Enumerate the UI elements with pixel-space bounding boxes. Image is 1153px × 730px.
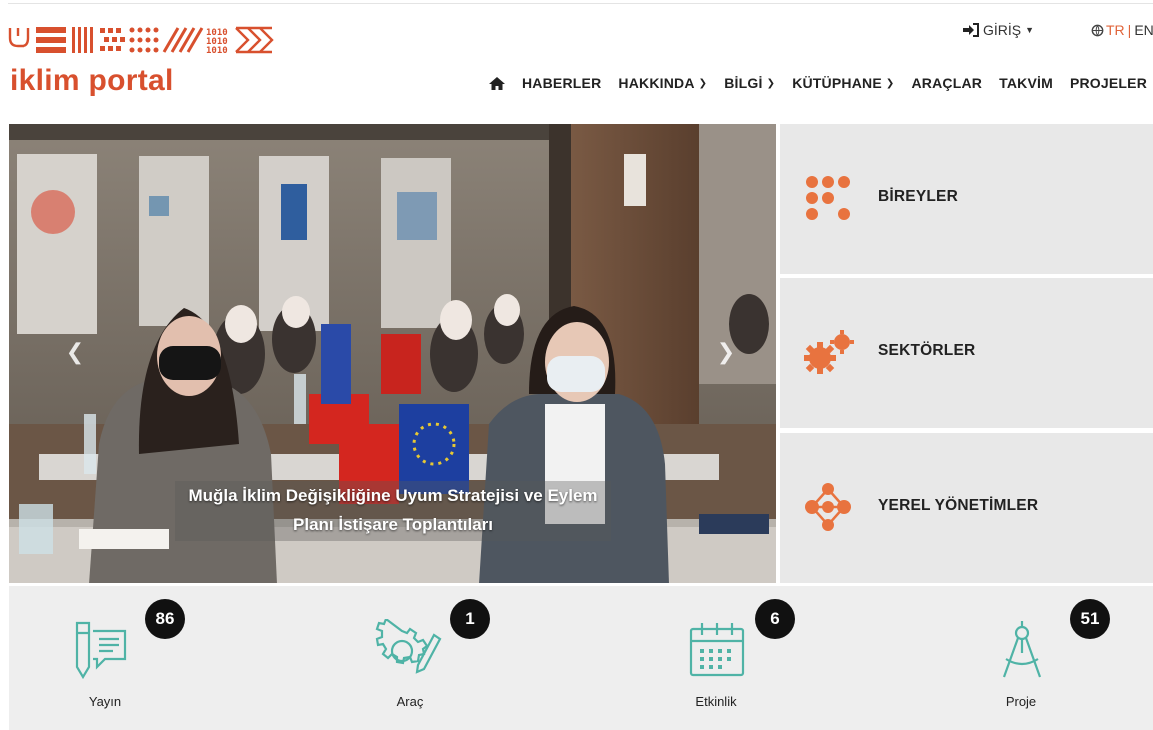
panel-label: SEKTÖRLER xyxy=(878,342,976,359)
count-badge: 51 xyxy=(1070,599,1110,639)
caption-line-1: Muğla İklim Değişikliğine Uyum Stratejis… xyxy=(188,486,598,505)
nav-araclar[interactable]: ARAÇLAR xyxy=(911,75,982,91)
panel-yerel-yonetimler[interactable]: YEREL YÖNETİMLER xyxy=(780,433,1153,583)
nav-takvim[interactable]: TAKVİM xyxy=(999,75,1053,91)
login-link[interactable]: GİRİŞ ▼ xyxy=(962,20,1034,40)
caption-line-2: Planı İstişare Toplantıları xyxy=(293,515,493,534)
main-nav: HABERLER HAKKINDA ❯ BİLGİ ❯ KÜTÜPHANE ❯ ARA… xyxy=(488,70,1153,96)
publication-icon xyxy=(75,621,127,680)
stats-bar: 86 Yayın 1 Araç 6 Etkinlik 51 Proje xyxy=(9,586,1153,730)
chevron-down-icon: ❯ xyxy=(885,77,895,89)
site-logo[interactable]: 1010 1010 1010 iklim portal xyxy=(8,24,278,99)
network-icon xyxy=(805,483,851,531)
nav-label: BİLGİ xyxy=(724,75,763,91)
logo-mark-icon: 1010 1010 1010 xyxy=(8,26,274,56)
lang-en-link[interactable]: EN xyxy=(1134,20,1153,40)
caret-down-icon: ▼ xyxy=(1025,25,1035,35)
compass-icon xyxy=(1002,621,1042,678)
logo-text: iklim portal xyxy=(10,64,174,97)
nav-label: PROJELER xyxy=(1069,75,1147,91)
stat-label: Proje xyxy=(1005,694,1037,709)
nav-label: HAKKINDA xyxy=(618,75,695,91)
stat-proje[interactable]: 51 Proje xyxy=(921,586,1121,730)
calendar-icon xyxy=(689,623,745,677)
count-badge: 1 xyxy=(450,599,490,639)
top-divider xyxy=(8,3,1153,4)
login-label: GİRİŞ xyxy=(983,22,1022,38)
sign-in-icon xyxy=(963,23,979,37)
svg-text:1010: 1010 xyxy=(206,46,228,56)
news-slider[interactable]: ❮ ❯ Muğla İklim Değişikliğine Uyum Strat… xyxy=(9,124,776,583)
nav-hakkinda[interactable]: HAKKINDA ❯ xyxy=(618,75,707,91)
gears-icon xyxy=(804,330,854,374)
stat-yayin[interactable]: 86 Yayın xyxy=(9,586,209,730)
stat-label: Yayın xyxy=(88,694,122,709)
nav-label: ARAÇLAR xyxy=(911,75,983,91)
language-switcher: TR | EN xyxy=(1091,20,1153,40)
nav-label: TAKVİM xyxy=(999,75,1053,91)
panel-sektorler[interactable]: SEKTÖRLER xyxy=(780,278,1153,428)
count-badge: 6 xyxy=(755,599,795,639)
stat-arac[interactable]: 1 Araç xyxy=(310,586,510,730)
nav-bilgi[interactable]: BİLGİ ❯ xyxy=(724,75,775,91)
slide-caption[interactable]: Muğla İklim Değişikliğine Uyum Stratejis… xyxy=(175,481,611,541)
stat-etkinlik[interactable]: 6 Etkinlik xyxy=(616,586,816,730)
nav-kutuphane[interactable]: KÜTÜPHANE ❯ xyxy=(792,75,894,91)
count-badge: 86 xyxy=(145,599,185,639)
tool-icon xyxy=(375,619,442,674)
nav-home[interactable] xyxy=(488,76,506,91)
slider-next-button[interactable]: ❯ xyxy=(716,340,736,364)
panel-label: BİREYLER xyxy=(878,188,958,205)
chevron-down-icon: ❯ xyxy=(766,77,776,89)
home-icon xyxy=(489,76,505,90)
panel-label: YEREL YÖNETİMLER xyxy=(878,497,1039,514)
chevron-down-icon: ❯ xyxy=(698,77,708,89)
stat-label: Araç xyxy=(396,694,424,709)
lang-tr-link[interactable]: TR xyxy=(1106,20,1125,40)
globe-icon xyxy=(1091,24,1104,36)
nav-haberler[interactable]: HABERLER xyxy=(522,75,601,91)
slider-prev-button[interactable]: ❮ xyxy=(65,340,85,364)
stat-label: Etkinlik xyxy=(695,694,737,709)
lang-separator: | xyxy=(1127,22,1132,38)
panel-bireyler[interactable]: BİREYLER xyxy=(780,124,1153,274)
nav-projeler[interactable]: PROJELER xyxy=(1070,75,1147,91)
nav-label: HABERLER xyxy=(522,75,602,91)
dots-icon xyxy=(806,176,850,220)
nav-label: KÜTÜPHANE xyxy=(792,75,882,91)
